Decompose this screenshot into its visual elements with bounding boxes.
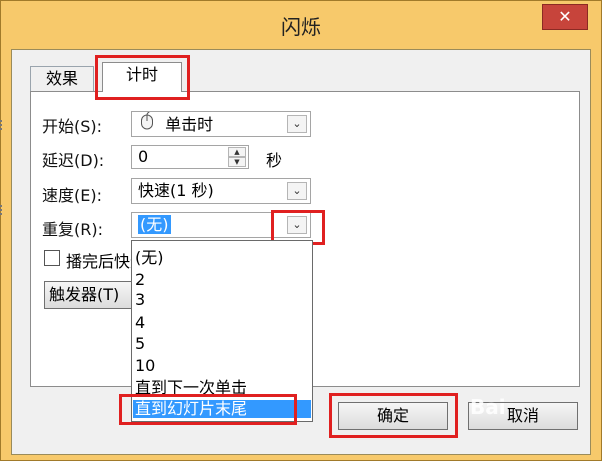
start-label: 开始(S): (42, 117, 103, 136)
watermark-logo: Bai (470, 395, 506, 419)
list-item-selected[interactable]: 直到幻灯片末尾 (133, 400, 311, 418)
speed-select[interactable]: 快速(1 秒) ⌄ (131, 178, 311, 204)
close-button[interactable]: ✕ (542, 4, 588, 30)
start-value: 单击时 (165, 115, 214, 134)
list-item[interactable]: 3 (135, 291, 145, 309)
speed-value: 快速(1 秒) (138, 181, 214, 200)
trigger-button[interactable]: 触发器(T) (44, 281, 138, 309)
resize-grip (0, 120, 5, 130)
list-item[interactable]: 2 (135, 271, 145, 289)
repeat-label: 重复(R): (42, 220, 103, 239)
list-item[interactable]: 5 (135, 335, 145, 353)
tab-effect[interactable]: 效果 (30, 66, 94, 92)
ok-button[interactable]: 确定 (338, 402, 448, 430)
title-bar: 闪烁 ✕ (1, 1, 601, 49)
tab-timing[interactable]: 计时 (102, 62, 182, 92)
spin-down-icon[interactable]: ▼ (228, 157, 246, 167)
delay-value: 0 (138, 147, 149, 166)
start-select[interactable]: 单击时 ⌄ (131, 110, 311, 137)
repeat-value: (无) (138, 215, 171, 234)
delay-label: 延迟(D): (42, 151, 105, 170)
list-item[interactable]: 直到下一次单击 (135, 379, 247, 397)
close-icon: ✕ (558, 7, 572, 26)
resize-grip (0, 205, 5, 215)
list-item[interactable]: 10 (135, 357, 155, 375)
repeat-select[interactable]: (无) ⌄ (131, 212, 311, 238)
chevron-down-icon[interactable]: ⌄ (287, 216, 307, 234)
repeat-dropdown-list: (无) 2 3 4 5 10 直到下一次单击 直到幻灯片末尾 (131, 240, 313, 422)
list-item[interactable]: 4 (135, 314, 145, 332)
mouse-icon (140, 110, 160, 137)
dialog-title: 闪烁 (281, 15, 321, 39)
speed-label: 速度(E): (42, 186, 102, 205)
chevron-down-icon[interactable]: ⌄ (287, 115, 307, 133)
chevron-down-icon[interactable]: ⌄ (287, 182, 307, 200)
delay-unit: 秒 (266, 151, 283, 170)
rewind-checkbox[interactable] (44, 250, 60, 266)
spin-up-icon[interactable]: ▲ (228, 147, 246, 157)
list-item[interactable]: (无) (135, 249, 164, 267)
delay-spinner[interactable]: 0 ▲ ▼ (131, 145, 249, 169)
